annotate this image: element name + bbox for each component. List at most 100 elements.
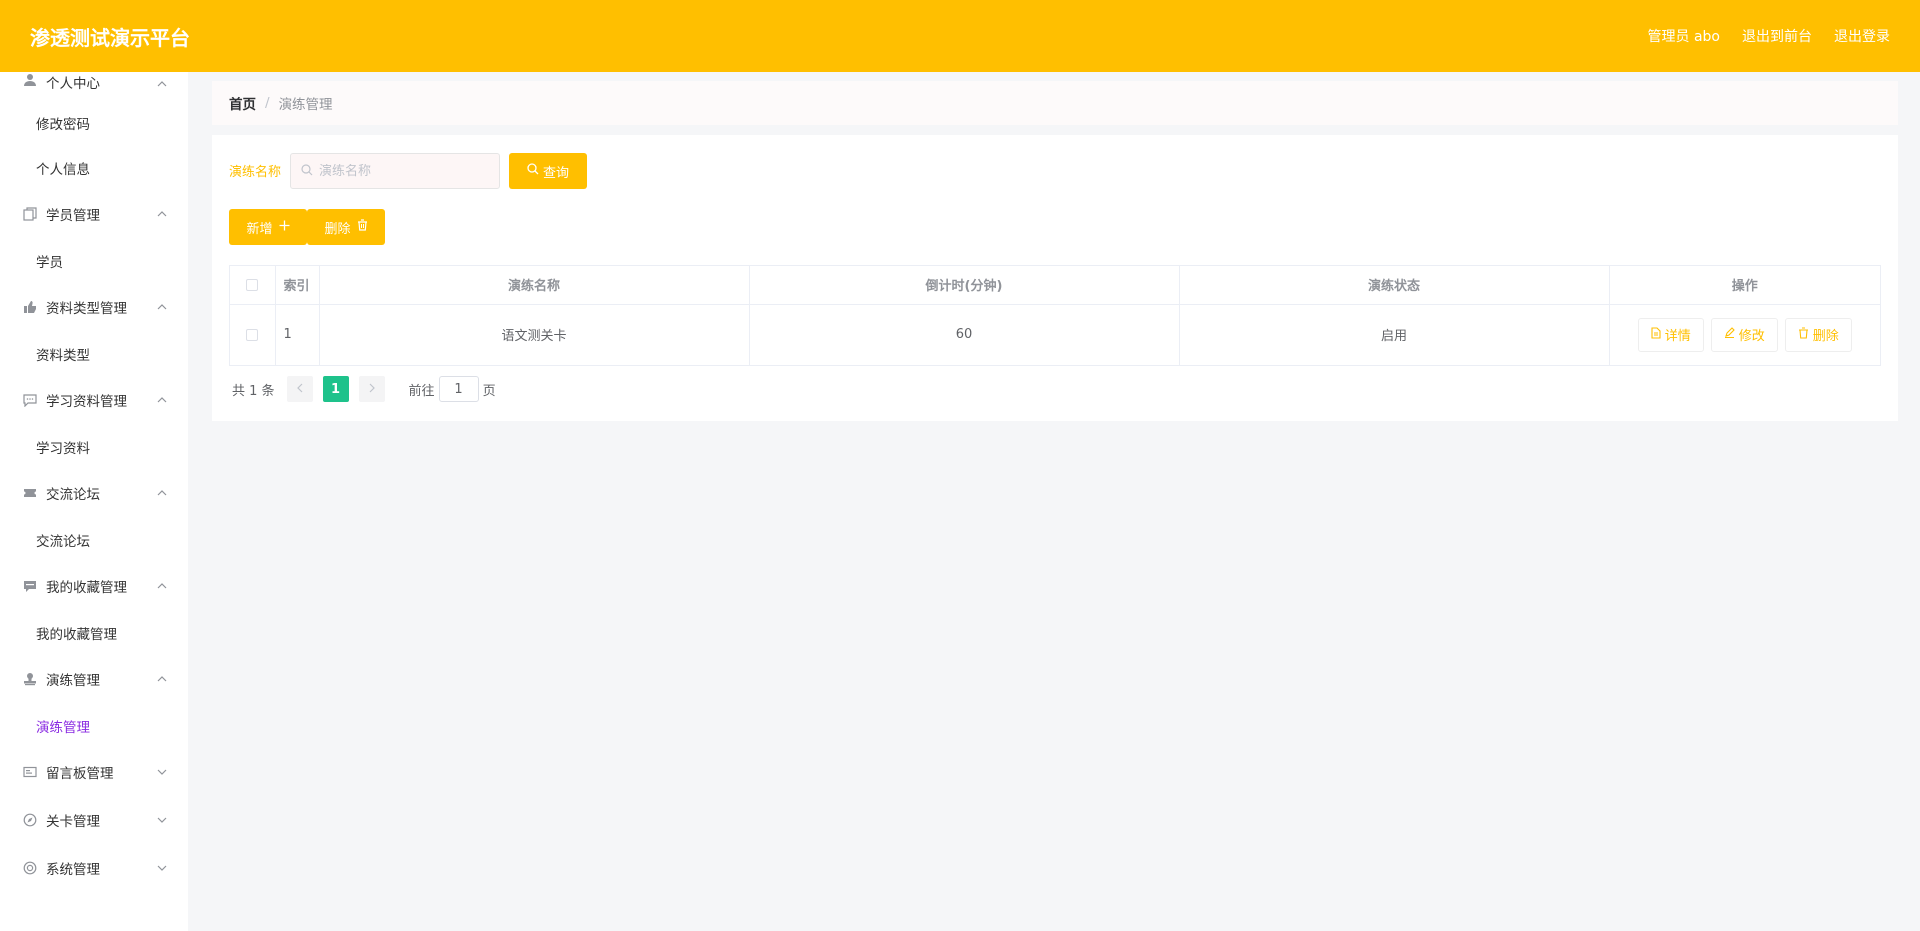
pagination-total: 共 1 条 [232, 383, 275, 399]
select-all-cell [230, 266, 276, 305]
breadcrumb-home[interactable]: 首页 [229, 93, 256, 113]
menu-group-level-management[interactable]: 关卡管理 [0, 796, 188, 844]
menu-group-label: 交流论坛 [46, 487, 100, 503]
column-header-countdown: 倒计时(分钟) [749, 266, 1180, 305]
search-input-wrapper [290, 153, 500, 189]
menu-group-message-board-management[interactable]: 留言板管理 [0, 748, 188, 796]
query-button[interactable]: 查询 [509, 153, 587, 189]
cell-drill-name: 语文测关卡 [319, 304, 750, 365]
menu-group-label: 我的收藏管理 [46, 580, 127, 596]
menu-group-label: 系统管理 [46, 862, 100, 878]
cell-index: 1 [275, 304, 320, 365]
chevron-down-icon [156, 766, 168, 778]
select-all-checkbox[interactable] [246, 278, 259, 291]
detail-button-label: 详情 [1664, 329, 1691, 345]
menu-group-forum[interactable]: 交流论坛 [0, 469, 188, 517]
next-page-button[interactable] [358, 376, 385, 402]
delete-row-button[interactable]: 删除 [1784, 317, 1852, 352]
user-icon [22, 72, 38, 88]
chevron-up-icon [156, 487, 168, 499]
edit-icon [1724, 327, 1735, 342]
menu-group-label: 演练管理 [46, 673, 100, 689]
sidebar-item-change-password[interactable]: 修改密码 [0, 100, 188, 145]
plus-icon [279, 220, 290, 235]
chevron-up-icon [156, 673, 168, 685]
chevron-up-icon [156, 208, 168, 220]
sidebar-item-personal-info[interactable]: 个人信息 [0, 145, 188, 190]
stamp-icon [22, 671, 38, 687]
admin-user-label: 管理员 abo [1647, 29, 1720, 45]
sidebar-item-forum[interactable]: 交流论坛 [0, 517, 188, 562]
goto-prefix: 前往 [408, 383, 435, 399]
postcard-icon [22, 764, 38, 780]
trash-icon [1798, 327, 1809, 343]
table-header-row: 索引 演练名称 倒计时(分钟) 演练状态 操作 [230, 266, 1880, 305]
search-icon [527, 163, 539, 179]
menu-group-label: 个人中心 [46, 76, 100, 92]
compass-icon [22, 812, 38, 828]
pagination-jumper: 前往 页 [409, 376, 496, 402]
thumbs-up-icon [22, 299, 38, 315]
chevron-up-icon [156, 301, 168, 313]
add-button[interactable]: 新增 [229, 209, 307, 245]
drill-name-search-input[interactable] [319, 163, 489, 179]
menu-group-favorites-management[interactable]: 我的收藏管理 [0, 562, 188, 610]
column-header-drill-name: 演练名称 [319, 266, 750, 305]
header-nav: 管理员 abo 退出到前台 退出登录 [1648, 26, 1890, 46]
chevron-up-icon [156, 580, 168, 592]
sidebar-item-learning-material[interactable]: 学习资料 [0, 424, 188, 469]
menu-group-material-type-management[interactable]: 资料类型管理 [0, 283, 188, 331]
goto-page-input[interactable] [438, 376, 479, 402]
sidebar-item-students[interactable]: 学员 [0, 238, 188, 283]
sidebar-item-favorites[interactable]: 我的收藏管理 [0, 610, 188, 655]
add-button-label: 新增 [246, 221, 273, 237]
delete-row-button-label: 删除 [1812, 329, 1839, 345]
main-panel: 演练名称 查询 新增 删除 索引 演练名称 倒计时(分钟) 演练状态 [212, 135, 1898, 421]
menu-group-learning-material-management[interactable]: 学习资料管理 [0, 376, 188, 424]
chevron-up-icon [156, 394, 168, 406]
cell-status: 启用 [1179, 304, 1610, 365]
ticket-icon [22, 485, 38, 501]
chevron-up-icon [156, 78, 168, 90]
sidebar-item-drill-management[interactable]: 演练管理 [0, 703, 188, 748]
cell-countdown: 60 [749, 304, 1180, 365]
edit-button-label: 修改 [1738, 329, 1765, 345]
menu-group-label: 学员管理 [46, 208, 100, 224]
column-header-status: 演练状态 [1179, 266, 1610, 305]
message-icon [22, 578, 38, 594]
menu-group-drill-management[interactable]: 演练管理 [0, 655, 188, 703]
menu-group-label: 关卡管理 [46, 814, 100, 830]
menu-group-label: 学习资料管理 [46, 394, 127, 410]
chevron-left-icon [296, 382, 303, 397]
top-header: 渗透测试演示平台 管理员 abo 退出到前台 退出登录 [0, 0, 1920, 72]
sidebar-item-material-type[interactable]: 资料类型 [0, 331, 188, 376]
delete-button-label: 删除 [324, 221, 351, 237]
edit-button[interactable]: 修改 [1710, 317, 1778, 352]
breadcrumb: 首页 / 演练管理 [212, 81, 1898, 125]
prev-page-button[interactable] [286, 376, 313, 402]
app-title: 渗透测试演示平台 [30, 25, 190, 50]
row-checkbox[interactable] [246, 328, 259, 341]
menu-group-personal-center[interactable]: 个人中心 [0, 72, 188, 100]
trash-icon [357, 219, 368, 235]
breadcrumb-current: 演练管理 [278, 97, 333, 113]
column-header-actions: 操作 [1609, 266, 1880, 305]
menu-group-student-management[interactable]: 学员管理 [0, 190, 188, 238]
menu-group-label: 资料类型管理 [46, 301, 127, 317]
page-number-current[interactable]: 1 [322, 376, 349, 402]
menu-group-system-management[interactable]: 系统管理 [0, 844, 188, 892]
copy-icon [22, 206, 38, 222]
chevron-down-icon [156, 814, 168, 826]
document-icon [1651, 327, 1661, 343]
batch-delete-button[interactable]: 删除 [307, 209, 385, 245]
chevron-right-icon [369, 382, 375, 397]
logout-link[interactable]: 退出登录 [1834, 26, 1890, 46]
query-button-label: 查询 [542, 165, 569, 181]
back-to-front-link[interactable]: 退出到前台 [1742, 26, 1812, 46]
cell-actions: 详情 修改 删除 [1609, 304, 1880, 365]
column-header-index: 索引 [275, 266, 320, 305]
help-icon [22, 860, 38, 876]
search-label: 演练名称 [229, 165, 282, 180]
detail-button[interactable]: 详情 [1637, 317, 1704, 352]
sidebar-menu: 个人中心 修改密码 个人信息 学员管理 学员 资料类型管理 资料类型 学习资料管… [0, 72, 188, 931]
